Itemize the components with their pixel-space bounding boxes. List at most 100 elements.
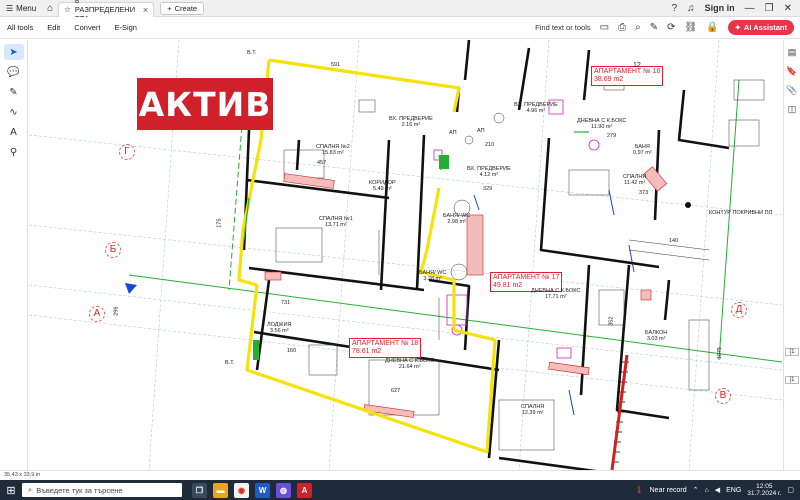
dimension-label: 329 [483,186,493,192]
apartment-18-label: АПАРТАМЕНТ № 18 78.61 m2 [349,338,422,359]
menu-convert[interactable]: Convert [67,23,107,32]
windows-start-icon[interactable]: ⊞ [0,480,22,500]
dimension-label: 210 [485,142,495,148]
notification-center-icon[interactable]: ▢ [787,486,794,494]
dimension-label: 352 [608,316,615,326]
menu-esign[interactable]: E-Sign [107,23,144,32]
stamp-icon[interactable]: ⚲ [4,144,24,160]
link-icon[interactable]: ⛓ [684,22,697,33]
room-label: БАНЯ 0.97 m² [633,144,652,157]
dimension-label: 1075 [716,347,723,360]
print-icon[interactable]: ⎙ [618,22,626,33]
app-titlebar: ☰ Menu ⌂ ☆ 8 РАЗПРЕДЕЛЕНИ ЕТА... × + Cre… [0,0,800,23]
dimension-label: 140 [669,238,679,244]
sparkle-icon: ✦ [734,23,741,32]
dimension-label: 296 [113,306,120,316]
roof-contour-note: КОНТУР ПОКРИВНИ ПЛ [709,210,773,216]
minimize-icon[interactable]: — [745,3,755,14]
apartment-16-label: АПАРТАМЕНТ № 16 38.69 m2 [591,66,664,87]
room-label: БАНЯ/ WC 3.28 m² [419,270,447,283]
language-indicator[interactable]: ENG [726,487,741,494]
file-explorer-icon[interactable]: ▬ [213,482,228,498]
share-icon[interactable]: ⟳ [667,22,675,33]
plus-icon: + [167,3,172,13]
right-toolbar: ▤ 🔖 📎 ◫ [1 [1 [783,40,800,470]
find-text-field[interactable]: Find text or tools [535,23,590,32]
search-icon[interactable]: ⌕ [635,22,641,33]
page-number-indicator[interactable]: [1 [785,348,799,356]
room-label: ВХ. ПРЕДВЕРИЕ 2.16 m² [389,116,433,129]
weather-status[interactable]: Near record [650,487,687,494]
menu-all-tools[interactable]: All tools [0,23,40,32]
help-icon[interactable]: ? [672,3,678,14]
tray-expand-icon[interactable]: ⌃ [693,486,699,494]
dimension-label: 373 [639,190,649,196]
document-tab[interactable]: ☆ 8 РАЗПРЕДЕЛЕНИ ЕТА... × [58,0,155,23]
acrobat-icon[interactable]: A [297,482,312,498]
close-tab-icon[interactable]: × [143,5,148,15]
taskbar-search-input[interactable]: ⌕ Въведете тук за търсене [22,483,182,497]
notifications-icon[interactable]: ♫ [687,3,695,14]
attachment-icon[interactable]: 📎 [786,84,799,97]
menu-button[interactable]: ☰ Menu [0,0,42,17]
axis-marker-a: А [89,306,105,322]
menu-label: Menu [16,3,37,13]
network-icon[interactable]: ⌂ [704,487,708,494]
document-icon[interactable]: ▭ [600,22,609,33]
clock-date: 31.7.2024 г. [747,490,782,497]
room-label: ДНЕВНА С К.БОКС 17.71 m² [531,288,581,301]
sign-in-link[interactable]: Sign in [705,3,735,13]
select-cursor-icon[interactable]: ➤ [3,44,24,60]
room-label: ЛОДЖИЯ 3.56 m² [267,322,292,335]
ai-assistant-label: AI Assistant [743,23,787,32]
room-label: СПАЛНЯ 12.39 m² [521,404,545,417]
lock-icon[interactable]: 🔒 [706,22,718,33]
thermometer-icon[interactable]: 🌡 [635,486,644,494]
chrome-icon[interactable]: ◉ [234,482,249,498]
apartment-number-note: 12 [633,62,641,69]
page-number-indicator[interactable]: [1 [785,376,799,384]
ap-note: АП [449,130,457,136]
room-label: СПАЛНЯ №2 15.83 m² [316,144,350,157]
hamburger-icon: ☰ [6,3,14,13]
layers-icon[interactable]: ◫ [786,103,799,116]
apartment-18-title: АПАРТАМЕНТ № 18 [352,340,419,347]
star-icon[interactable]: ☆ [64,5,71,14]
text-box-icon[interactable]: A [4,124,24,140]
task-view-icon[interactable]: ❐ [192,482,207,498]
comment-icon[interactable]: ✎ [650,22,658,33]
axis-marker-v: В [715,388,731,404]
dimension-label: 627 [391,388,401,394]
taskbar-search-placeholder: Въведете тук за търсене [36,485,123,495]
clock[interactable]: 12:05 31.7.2024 г. [747,483,781,497]
add-comment-icon[interactable]: 💬 [4,64,24,80]
bt-note: В.Т. [225,360,235,366]
draw-freehand-icon[interactable]: ∿ [4,104,24,120]
maximize-icon[interactable]: ❐ [765,3,774,14]
home-icon[interactable]: ⌂ [42,3,58,14]
document-canvas[interactable]: АКТИВ Г Б А Д В АПАРТАМЕНТ № 16 38.69 m2… [29,40,782,470]
room-label: СПАЛНЯ 11.42 m² [623,174,647,187]
ai-assistant-button[interactable]: ✦ AI Assistant [727,20,794,35]
apartment-17-title: АПАРТАМЕНТ № 17 [493,274,560,281]
word-icon[interactable]: W [255,482,270,498]
dimension-label: 175 [216,218,223,228]
axis-marker-d: Д [731,302,747,318]
apartment-18-area: 78.61 m2 [352,348,382,356]
thumbnails-icon[interactable]: ▤ [786,46,799,59]
room-label: ВХ. ПРЕДВЕРИЕ 4.96 m² [514,102,558,115]
bt-note: В.Т. [247,50,257,56]
create-button[interactable]: + Create [160,1,205,15]
bookmark-icon[interactable]: 🔖 [786,65,799,78]
highlight-pen-icon[interactable]: ✎ [4,84,24,100]
menu-edit[interactable]: Edit [40,23,67,32]
ap-note: АП [477,128,485,134]
document-size-status: 35,43 x 33,9 in [0,470,800,480]
messenger-icon[interactable]: ◍ [276,482,291,498]
close-window-icon[interactable]: ✕ [784,3,792,14]
room-label: БАЛКОН 3.03 m² [645,330,668,343]
apartment-16-title: АПАРТАМЕНТ № 16 [594,68,661,75]
dimension-label: 457 [317,160,327,166]
axis-marker-b: Б [105,242,121,258]
volume-icon[interactable]: ◀ [715,486,720,494]
